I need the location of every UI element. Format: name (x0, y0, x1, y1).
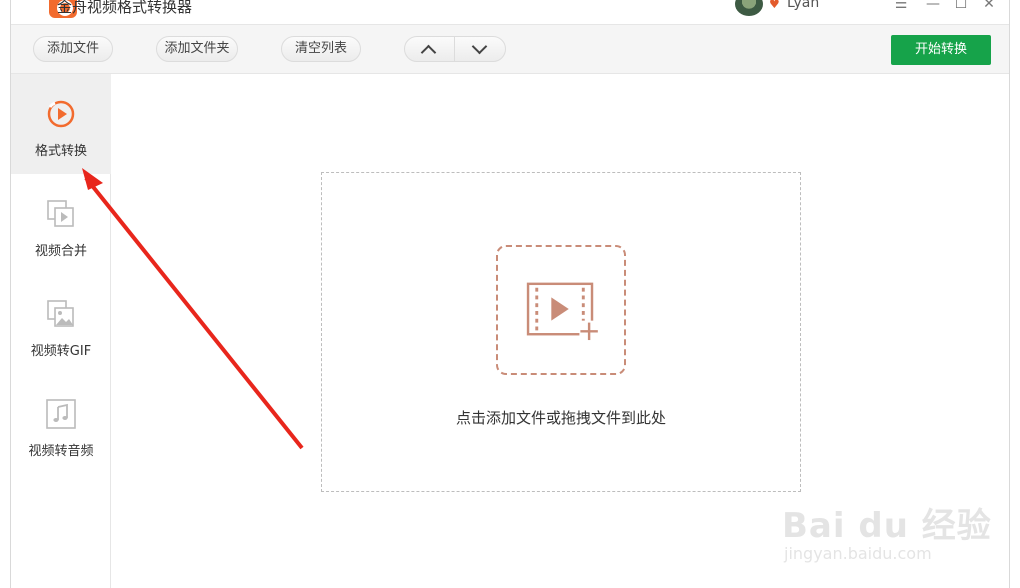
sidebar-item-video-merge[interactable]: 视频合并 (11, 174, 111, 274)
file-drop-zone[interactable]: 点击添加文件或拖拽文件到此处 (321, 172, 801, 492)
username[interactable]: Lyan (787, 0, 819, 11)
sidebar-item-video-to-gif[interactable]: 视频转GIF (11, 274, 111, 374)
sidebar-item-format-convert[interactable]: 格式转换 (11, 74, 111, 174)
chevron-down-icon (471, 38, 488, 55)
sidebar-item-label: 视频转音频 (28, 444, 94, 459)
toolbar: 添加文件 添加文件夹 清空列表 开始转换 (11, 24, 1009, 74)
add-folder-button[interactable]: 添加文件夹 (156, 36, 238, 62)
order-button-group (404, 36, 506, 62)
play-circle-icon (47, 100, 75, 128)
video-merge-icon (47, 200, 74, 227)
menu-icon[interactable]: ☰ (889, 0, 913, 14)
title-bar: 金舟视频格式转换器 ♥ Lyan ☰ — ☐ ✕ (11, 0, 1009, 24)
sidebar: 格式转换 视频合并 视频转GIF 视频转音频 (11, 74, 111, 588)
sidebar-item-label: 视频转GIF (30, 344, 92, 359)
clear-list-button[interactable]: 清空列表 (281, 36, 361, 62)
add-file-button[interactable]: 添加文件 (33, 36, 113, 62)
watermark-brand: Bai du 经验 (782, 506, 992, 546)
watermark-url: jingyan.baidu.com (784, 544, 932, 563)
drop-hint-text: 点击添加文件或拖拽文件到此处 (455, 409, 666, 427)
vip-heart-icon: ♥ (769, 0, 780, 11)
move-up-button[interactable] (405, 37, 455, 61)
watermark: Bai du 经验 jingyan.baidu.com (782, 478, 991, 568)
add-video-button[interactable] (496, 245, 626, 375)
sidebar-item-label: 视频合并 (34, 244, 87, 259)
sidebar-item-video-to-audio[interactable]: 视频转音频 (11, 374, 111, 474)
close-icon[interactable]: ✕ (977, 0, 1001, 14)
add-video-icon (526, 282, 599, 341)
avatar[interactable] (735, 0, 763, 16)
move-down-button[interactable] (456, 37, 505, 61)
minimize-icon[interactable]: — (921, 0, 945, 14)
start-convert-button[interactable]: 开始转换 (891, 35, 991, 65)
chevron-up-icon (420, 44, 437, 61)
app-title: 金舟视频格式转换器 (57, 0, 193, 16)
sidebar-item-label: 格式转换 (34, 144, 87, 159)
music-note-icon (46, 399, 76, 429)
maximize-icon[interactable]: ☐ (949, 0, 973, 14)
image-gif-icon (47, 300, 74, 327)
